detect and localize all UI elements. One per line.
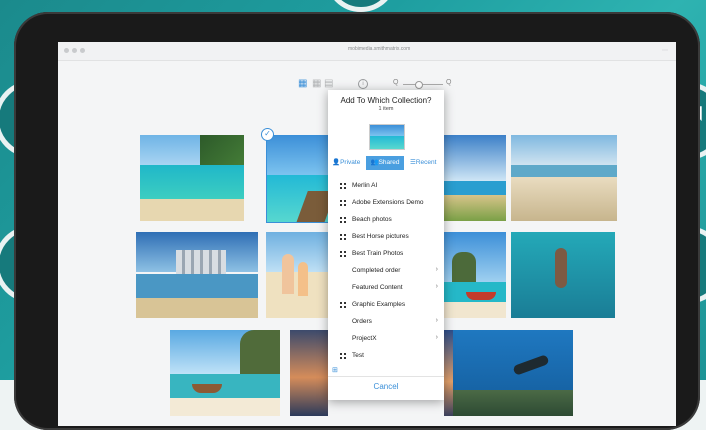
collection-label: Best Horse pictures bbox=[352, 233, 409, 240]
photo-tile[interactable] bbox=[444, 232, 506, 318]
window-controls[interactable] bbox=[64, 48, 85, 53]
tab-recent[interactable]: ☰Recent bbox=[410, 156, 436, 170]
url-text[interactable]: mobimedia.smithmatrix.com bbox=[348, 46, 410, 52]
person-icon: 👤 bbox=[332, 159, 341, 166]
tab-shared[interactable]: 👥Shared bbox=[366, 156, 404, 170]
folder-label: Orders bbox=[352, 318, 372, 325]
photo-tile[interactable] bbox=[140, 135, 244, 221]
folder-item-orders[interactable]: Orders › bbox=[328, 314, 444, 331]
selected-item-thumbnail bbox=[369, 124, 405, 150]
add-to-collection-dialog: Add To Which Collection? 1 item 👤Private… bbox=[328, 90, 444, 400]
photo-tile[interactable] bbox=[290, 330, 328, 416]
collection-label: Adobe Extensions Demo bbox=[352, 199, 424, 206]
folder-item-projectx[interactable]: ProjectX › bbox=[328, 331, 444, 348]
photo-tile[interactable] bbox=[511, 135, 617, 221]
collection-label: Graphic Examples bbox=[352, 301, 406, 308]
collection-grid-icon bbox=[340, 353, 346, 359]
zoom-slider[interactable]: Q Q bbox=[393, 78, 453, 90]
collection-grid-icon bbox=[340, 302, 346, 308]
tab-private-label: Private bbox=[340, 159, 361, 166]
collection-label: Beach photos bbox=[352, 216, 392, 223]
folder-label: Completed order bbox=[352, 267, 401, 274]
photo-tile[interactable] bbox=[511, 232, 615, 318]
collection-item-merlin-ai[interactable]: Merlin AI bbox=[328, 178, 444, 195]
tab-shared-label: Shared bbox=[378, 159, 400, 166]
selection-outline bbox=[266, 135, 330, 223]
list-fade bbox=[328, 360, 444, 372]
collection-grid-icon bbox=[340, 200, 346, 206]
photo-tile[interactable] bbox=[453, 330, 573, 416]
collection-grid-icon bbox=[340, 251, 346, 257]
browser-menu-icon[interactable]: ⋯ bbox=[662, 47, 668, 54]
dialog-title: Add To Which Collection? bbox=[340, 96, 432, 105]
info-icon[interactable]: i bbox=[358, 79, 368, 89]
tablet-frame: mobimedia.smithmatrix.com ⋯ ▦ ▦ ▤ i Q Q bbox=[14, 12, 700, 430]
collection-item-best-horse-pictures[interactable]: Best Horse pictures bbox=[328, 229, 444, 246]
collection-item-graphic-examples[interactable]: Graphic Examples bbox=[328, 297, 444, 314]
tab-private[interactable]: 👤Private bbox=[332, 156, 360, 170]
photo-tile[interactable] bbox=[444, 135, 506, 221]
photo-tile[interactable] bbox=[170, 330, 280, 416]
collection-label: Test bbox=[352, 352, 364, 359]
group-icon: 👥 bbox=[370, 159, 379, 166]
list-view-icon[interactable]: ▦ bbox=[312, 78, 321, 90]
collection-label: Best Train Photos bbox=[352, 250, 404, 257]
chevron-right-icon: › bbox=[435, 334, 438, 341]
folder-label: Featured Content bbox=[352, 284, 403, 291]
collection-item-best-train-photos[interactable]: Best Train Photos bbox=[328, 246, 444, 263]
add-collection-icon[interactable]: ⊞ bbox=[332, 366, 338, 374]
collection-item-adobe-extensions-demo[interactable]: Adobe Extensions Demo bbox=[328, 195, 444, 212]
photo-tile[interactable] bbox=[266, 232, 330, 318]
photo-tile[interactable] bbox=[136, 232, 258, 318]
collection-item-beach-photos[interactable]: Beach photos bbox=[328, 212, 444, 229]
collection-grid-icon bbox=[340, 234, 346, 240]
selected-check-icon[interactable]: ✓ bbox=[261, 128, 274, 141]
zoom-in-icon[interactable]: Q bbox=[446, 79, 451, 86]
folder-item-completed-order[interactable]: Completed order › bbox=[328, 263, 444, 280]
top-badge bbox=[325, 0, 397, 12]
zoom-out-icon[interactable]: Q bbox=[393, 79, 398, 86]
collection-label: Merlin AI bbox=[352, 182, 378, 189]
chevron-right-icon: › bbox=[435, 266, 438, 273]
browser-bar: mobimedia.smithmatrix.com ⋯ bbox=[58, 42, 676, 61]
chevron-right-icon: › bbox=[435, 283, 438, 290]
folder-label: ProjectX bbox=[352, 335, 377, 342]
folder-item-featured-content[interactable]: Featured Content › bbox=[328, 280, 444, 297]
grid-view-icon[interactable]: ▦ bbox=[298, 78, 307, 90]
cancel-button[interactable]: Cancel bbox=[328, 382, 444, 391]
tab-recent-label: Recent bbox=[415, 159, 437, 166]
dialog-divider bbox=[328, 376, 444, 377]
collection-list: Merlin AI Adobe Extensions Demo Beach ph… bbox=[328, 178, 444, 365]
item-count: 1 item bbox=[378, 106, 394, 112]
collection-tabs: 👤Private 👥Shared ☰Recent bbox=[328, 156, 444, 170]
chevron-right-icon: › bbox=[435, 317, 438, 324]
detail-view-icon[interactable]: ▤ bbox=[324, 78, 333, 90]
zoom-thumb[interactable] bbox=[415, 81, 423, 89]
collection-grid-icon bbox=[340, 183, 346, 189]
app-screen: mobimedia.smithmatrix.com ⋯ ▦ ▦ ▤ i Q Q bbox=[58, 42, 676, 426]
collection-grid-icon bbox=[340, 217, 346, 223]
